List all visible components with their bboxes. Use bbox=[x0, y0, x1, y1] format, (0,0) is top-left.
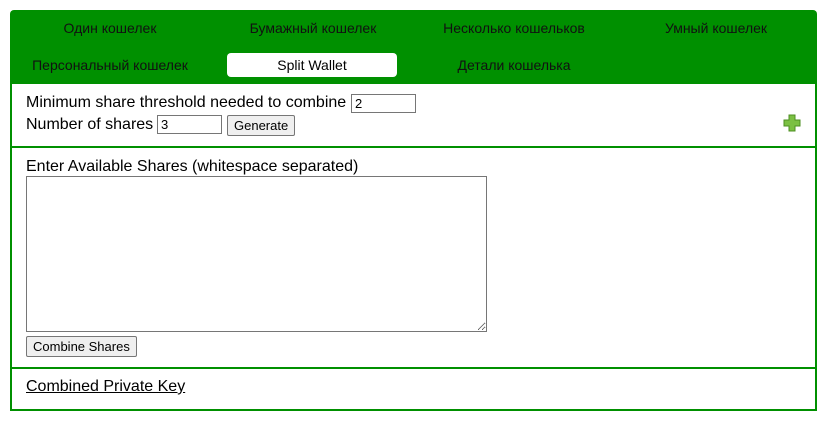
available-shares-textarea[interactable] bbox=[26, 176, 487, 332]
result-panel: Combined Private Key bbox=[10, 367, 817, 411]
tab-personal-wallet[interactable]: Персональный кошелек bbox=[10, 53, 210, 77]
threshold-label: Minimum share threshold needed to combin… bbox=[26, 94, 347, 111]
tab-bulk-wallet[interactable]: Несколько кошельков bbox=[414, 16, 614, 40]
combine-shares-button[interactable]: Combine Shares bbox=[26, 336, 137, 357]
combined-private-key-link[interactable]: Combined Private Key bbox=[26, 378, 185, 396]
tab-wallet-details[interactable]: Детали кошелька bbox=[414, 53, 614, 77]
split-settings-panel: Minimum share threshold needed to combin… bbox=[10, 84, 817, 148]
tab-brain-wallet[interactable]: Умный кошелек bbox=[616, 16, 816, 40]
threshold-input[interactable] bbox=[351, 94, 416, 113]
available-shares-label: Enter Available Shares (whitespace separ… bbox=[26, 158, 359, 175]
combine-shares-panel: Enter Available Shares (whitespace separ… bbox=[10, 146, 817, 370]
tab-paper-wallet[interactable]: Бумажный кошелек bbox=[213, 16, 413, 40]
tab-bar: Один кошелек Бумажный кошелек Несколько … bbox=[10, 10, 817, 84]
tab-single-wallet[interactable]: Один кошелек bbox=[10, 16, 210, 40]
generate-button[interactable]: Generate bbox=[227, 115, 296, 136]
shares-count-label: Number of shares bbox=[26, 116, 154, 133]
plus-icon[interactable] bbox=[783, 114, 801, 132]
shares-count-input[interactable] bbox=[157, 115, 222, 134]
tab-split-wallet[interactable]: Split Wallet bbox=[227, 53, 397, 77]
